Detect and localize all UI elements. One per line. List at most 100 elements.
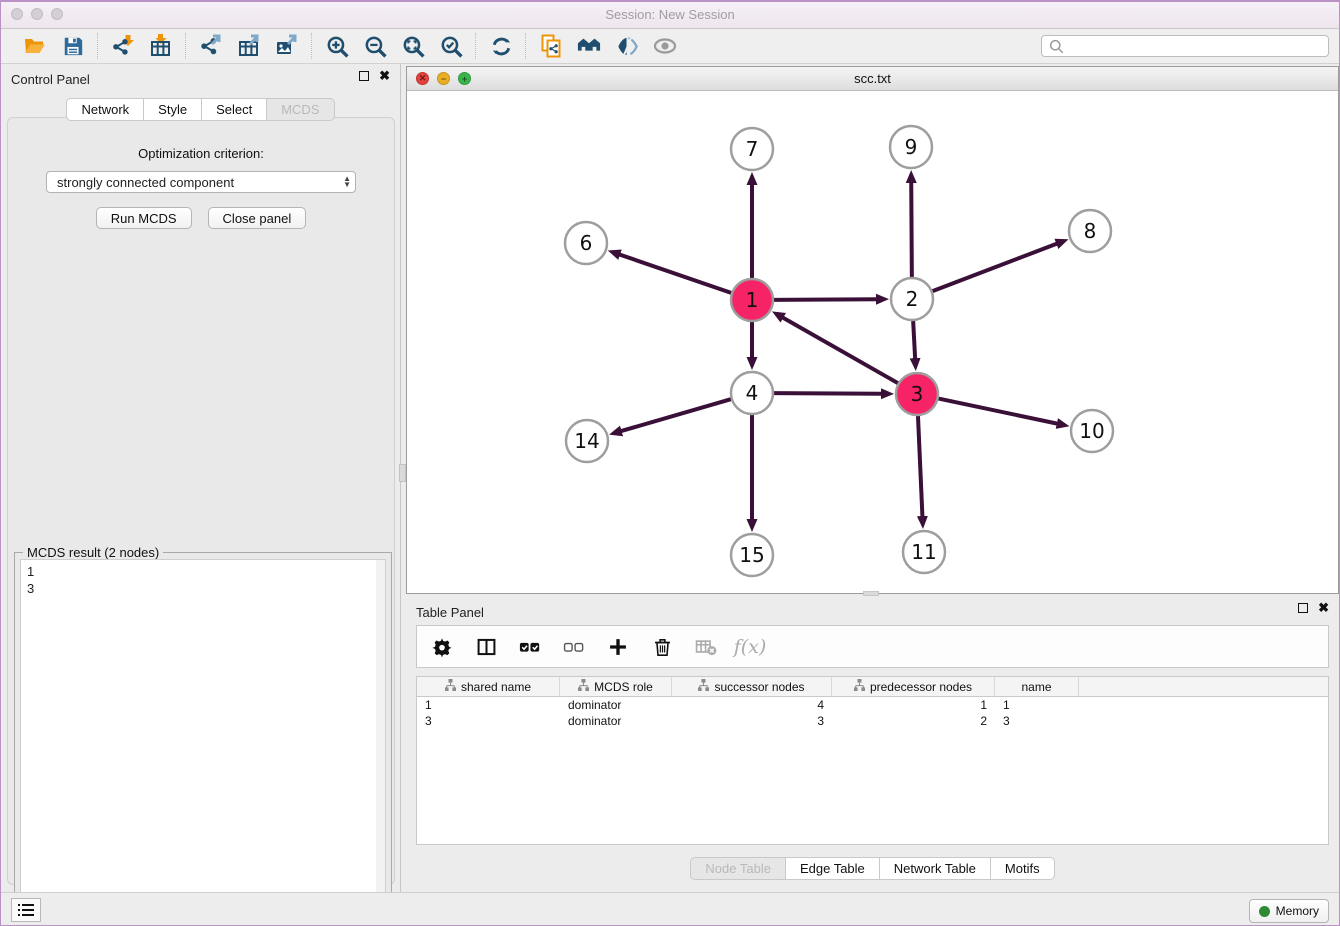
node-2[interactable]: 2 [891,278,933,320]
main-toolbar [1,29,1339,64]
network-view-window: ✕ − + scc.txt 7 9 6 8 1 2 4 3 14 10 15 11 [406,66,1339,594]
export-image-icon[interactable] [275,34,299,58]
deselect-all-icon[interactable] [563,636,585,658]
column-header-shared-name[interactable]: shared name [417,677,560,696]
network-window-titlebar[interactable]: ✕ − + scc.txt [407,67,1338,91]
memory-button[interactable]: Memory [1249,899,1329,923]
mcds-result-text[interactable]: 1 3 [20,559,386,926]
node-label-10: 10 [1079,419,1104,443]
cell-shared-name[interactable]: 3 [417,713,560,729]
zoom-selected-icon[interactable] [439,34,463,58]
tab-motifs[interactable]: Motifs [991,857,1055,880]
import-table-icon[interactable] [149,34,173,58]
cell-predecessor-nodes[interactable]: 1 [832,697,995,713]
node-10[interactable]: 10 [1071,410,1113,452]
node-7[interactable]: 7 [731,128,773,170]
column-label: shared name [461,680,531,694]
run-mcds-button[interactable]: Run MCDS [96,207,192,229]
node-8[interactable]: 8 [1069,210,1111,252]
split-panel-icon[interactable] [475,636,497,658]
node-1[interactable]: 1 [731,279,773,321]
criterion-dropdown[interactable]: strongly connected component ▲▼ [46,171,356,193]
table-panel-title: Table Panel [416,605,484,620]
edge-3-10[interactable] [939,399,1058,424]
node-4[interactable]: 4 [731,372,773,414]
close-table-panel-icon[interactable]: ✖ [1318,603,1329,613]
cell-shared-name[interactable]: 1 [417,697,560,713]
task-history-button[interactable] [11,898,41,922]
first-neighbors-icon[interactable] [577,34,601,58]
column-hierarchy-icon [578,679,589,694]
export-table-icon[interactable] [237,34,261,58]
style-preview-icon[interactable] [615,34,639,58]
cell-name[interactable]: 1 [995,697,1079,713]
zoom-fit-icon[interactable] [401,34,425,58]
tab-network[interactable]: Network [66,98,144,121]
node-11[interactable]: 11 [903,531,945,573]
node-6[interactable]: 6 [565,222,607,264]
tab-style[interactable]: Style [144,98,202,121]
table-row[interactable]: 3dominator323 [417,713,1328,729]
zoom-out-icon[interactable] [363,34,387,58]
search-input[interactable] [1064,38,1322,54]
node-label-14: 14 [574,429,599,453]
float-panel-icon[interactable] [359,71,369,81]
edge-1-2[interactable] [774,299,877,300]
zoom-in-icon[interactable] [325,34,349,58]
delete-table-icon[interactable] [695,636,717,658]
node-3[interactable]: 3 [896,373,938,415]
export-network-icon[interactable] [199,34,223,58]
network-canvas[interactable]: 7 9 6 8 1 2 4 3 14 10 15 11 [407,91,1338,593]
open-session-icon[interactable] [23,34,47,58]
node-15[interactable]: 15 [731,534,773,576]
delete-row-icon[interactable] [651,636,673,658]
tab-edge-table[interactable]: Edge Table [786,857,880,880]
cell-successor-nodes[interactable]: 4 [672,697,832,713]
panel-divider-handle[interactable] [399,464,406,482]
save-session-icon[interactable] [61,34,85,58]
node-14[interactable]: 14 [566,420,608,462]
close-panel-icon[interactable]: ✖ [379,71,390,81]
gear-icon[interactable] [431,636,453,658]
cell-predecessor-nodes[interactable]: 2 [832,713,995,729]
edge-1-6[interactable] [619,254,731,292]
tab-mcds[interactable]: MCDS [267,98,334,121]
column-header-successor-nodes[interactable]: successor nodes [672,677,832,696]
edge-3-1[interactable] [782,317,897,383]
edge-3-11[interactable] [918,416,922,517]
cell-MCDS-role[interactable]: dominator [560,713,672,729]
column-header-predecessor-nodes[interactable]: predecessor nodes [832,677,995,696]
column-header-name[interactable]: name [995,677,1079,696]
search-field[interactable] [1041,35,1329,57]
refresh-view-icon[interactable] [489,34,513,58]
cell-MCDS-role[interactable]: dominator [560,697,672,713]
tab-select[interactable]: Select [202,98,267,121]
edge-2-3[interactable] [913,321,915,359]
column-hierarchy-icon [445,679,456,694]
import-network-icon[interactable] [111,34,135,58]
tab-node-table[interactable]: Node Table [690,857,786,880]
network-resize-handle[interactable] [863,591,879,596]
edge-2-8[interactable] [933,243,1058,291]
clone-network-icon[interactable] [539,34,563,58]
cell-successor-nodes[interactable]: 3 [672,713,832,729]
float-table-panel-icon[interactable] [1298,603,1308,613]
column-header-MCDS-role[interactable]: MCDS role [560,677,672,696]
table-row[interactable]: 1dominator411 [417,697,1328,713]
table-panel: Table Panel ✖ f(x) shared name MCDS roles… [406,597,1339,892]
close-panel-button[interactable]: Close panel [208,207,307,229]
add-row-icon[interactable] [607,636,629,658]
tab-network-table[interactable]: Network Table [880,857,991,880]
table-header-row: shared name MCDS rolesuccessor nodesprede… [417,677,1328,697]
show-graphics-details-icon[interactable] [653,34,677,58]
cell-name[interactable]: 3 [995,713,1079,729]
result-scrollbar[interactable] [376,560,385,926]
control-panel-title: Control Panel [11,72,90,87]
function-builder-icon[interactable]: f(x) [739,636,761,658]
optimization-criterion-label: Optimization criterion: [8,146,394,161]
select-all-icon[interactable] [519,636,541,658]
edge-4-3[interactable] [774,393,882,394]
edge-4-14[interactable] [621,399,731,431]
node-9[interactable]: 9 [890,126,932,168]
edge-2-9[interactable] [911,182,912,277]
